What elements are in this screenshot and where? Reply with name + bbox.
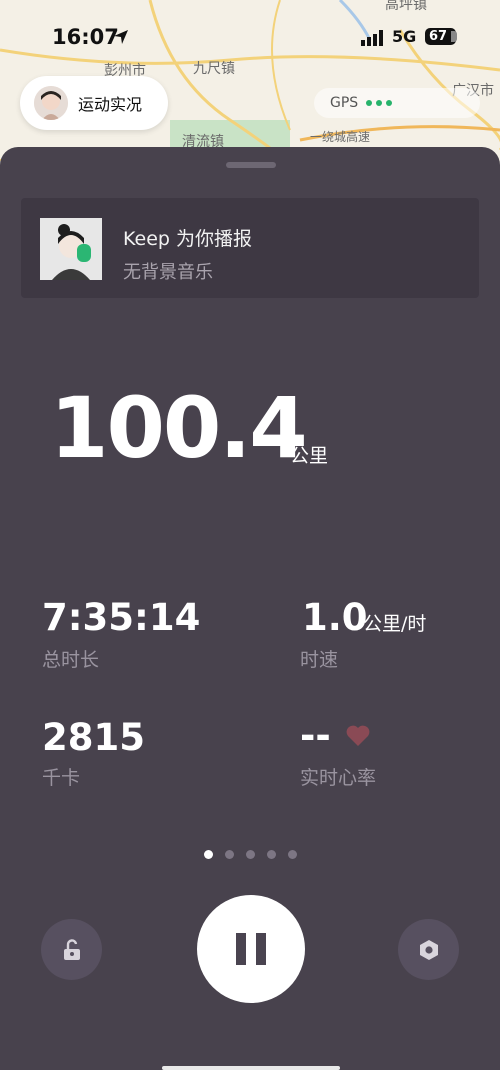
- heart-rate-value: --: [300, 714, 331, 757]
- status-time: 16:07: [52, 25, 119, 49]
- pause-icon: [231, 933, 271, 965]
- live-activity-chip[interactable]: 运动实况: [20, 76, 168, 130]
- calories-label: 千卡: [42, 767, 81, 789]
- live-activity-label: 运动实况: [78, 95, 143, 114]
- page-dot-1[interactable]: [204, 850, 213, 859]
- distance-value: 100.4: [50, 379, 308, 477]
- calories-value: 2815: [42, 716, 145, 759]
- home-indicator[interactable]: [162, 1066, 340, 1070]
- settings-button[interactable]: [398, 919, 459, 980]
- page-dot-3[interactable]: [246, 850, 255, 859]
- avatar: [34, 86, 68, 120]
- speed-value: 1.0: [302, 596, 368, 639]
- unlock-icon: [63, 938, 80, 960]
- speed-label: 时速: [300, 649, 339, 671]
- duration-label: 总时长: [42, 649, 100, 671]
- voice-broadcast-card[interactable]: Keep 为你播报 无背景音乐: [21, 198, 479, 298]
- speed-unit: 公里/时: [363, 613, 427, 635]
- distance-unit: 公里: [290, 445, 329, 467]
- network-type: 5G: [392, 27, 417, 46]
- gps-signal-icon: [366, 100, 393, 106]
- page-dot-4[interactable]: [267, 850, 276, 859]
- broadcast-title: Keep 为你播报: [123, 228, 252, 250]
- signal-icon: [361, 30, 383, 46]
- status-bar: 16:07 5G 67: [0, 0, 500, 70]
- heart-rate-label: 实时心率: [300, 767, 377, 789]
- heart-icon: [346, 725, 370, 746]
- gps-label: GPS: [330, 95, 359, 111]
- lock-button[interactable]: [41, 919, 102, 980]
- gps-indicator: GPS: [314, 88, 480, 118]
- workout-sheet: Keep 为你播报 无背景音乐 100.4 公里 7:35:14 总时长 1.0…: [0, 147, 500, 1070]
- location-arrow-icon: [114, 30, 128, 44]
- battery-icon: 67: [425, 28, 457, 45]
- broadcast-subtitle: 无背景音乐: [123, 262, 213, 283]
- page-indicator: [204, 850, 297, 859]
- hexagon-settings-icon: [419, 939, 438, 960]
- duration-value: 7:35:14: [42, 596, 201, 639]
- broadcast-avatar: [40, 218, 102, 280]
- map-label-highway: 一绕城高速: [310, 130, 371, 144]
- page-dot-2[interactable]: [225, 850, 234, 859]
- page-dot-5[interactable]: [288, 850, 297, 859]
- sheet-grabber[interactable]: [226, 162, 276, 168]
- pause-button[interactable]: [197, 895, 305, 1003]
